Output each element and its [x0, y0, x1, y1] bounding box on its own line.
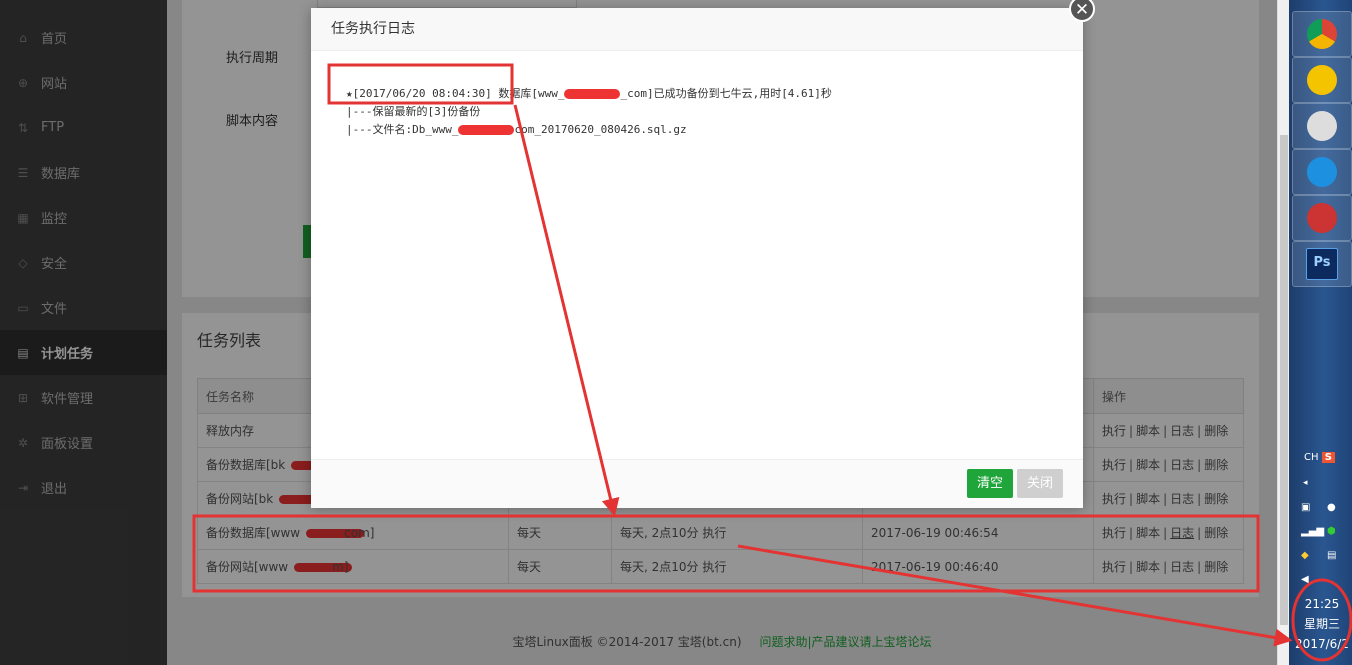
dialog-title: 任务执行日志 — [311, 8, 1083, 51]
snail-icon[interactable] — [1292, 195, 1352, 241]
photoshop-icon[interactable]: Ps — [1292, 241, 1352, 287]
windows-taskbar: Ps CH S ◂ ▣ ● ▂▄▆ ⬢ ◆ ▤ ◀ 21:25 星期三 2017… — [1289, 0, 1352, 665]
redaction-mark — [564, 89, 621, 99]
dialog-footer: 清空 关闭 — [311, 459, 1083, 508]
qq-tray-icon[interactable]: ● — [1327, 502, 1336, 513]
system-clock[interactable]: 21:25 星期三 2017/6/2 — [1292, 594, 1352, 654]
user-icon[interactable] — [1292, 103, 1352, 149]
task-log-dialog: 任务执行日志 ✕ ★[2017/06/20 08:04:30] 数据库[www_… — [311, 0, 1095, 508]
log-content: ★[2017/06/20 08:04:30] 数据库[www_ _com]已成功备… — [346, 87, 832, 136]
device-tray-icon[interactable]: ▤ — [1327, 550, 1336, 561]
redaction-mark — [458, 125, 515, 135]
shield-tray-icon[interactable]: ◆ — [1301, 550, 1309, 561]
volume-icon[interactable]: ◀ — [1301, 574, 1309, 585]
security-tray-icon[interactable]: ⬢ — [1327, 526, 1336, 537]
chrome-icon[interactable] — [1292, 11, 1352, 57]
ime-indicator[interactable]: CH S — [1304, 452, 1335, 463]
close-button[interactable]: 关闭 — [1017, 469, 1064, 498]
log-timestamp: ★[2017/06/20 08:04:30] — [346, 87, 492, 100]
music-icon[interactable] — [1292, 57, 1352, 103]
browser-icon[interactable] — [1292, 149, 1352, 195]
clear-button[interactable]: 清空 — [967, 469, 1014, 498]
scrollbar-thumb[interactable] — [1280, 135, 1288, 625]
tray-expand-icon[interactable]: ◂ — [1303, 478, 1308, 488]
network-icon[interactable]: ▣ — [1301, 502, 1310, 513]
signal-icon[interactable]: ▂▄▆ — [1301, 526, 1324, 537]
